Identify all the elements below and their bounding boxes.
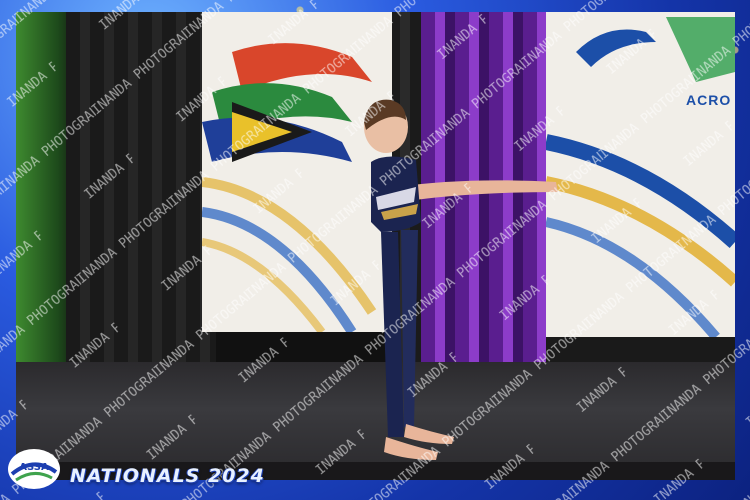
gymnast-figure xyxy=(364,99,558,460)
banner-text: ACRO xyxy=(686,92,732,108)
stage-photo: ACRO xyxy=(16,12,735,480)
dark-curtain xyxy=(66,12,216,382)
logo-text: ASSA xyxy=(19,462,49,473)
assa-logo: ASSA xyxy=(8,449,60,489)
photo-frame: ACRO INANDA PHOTOGRAPHY INANDA PH xyxy=(0,0,750,500)
event-caption: NATIONALS 2024 xyxy=(70,465,265,487)
